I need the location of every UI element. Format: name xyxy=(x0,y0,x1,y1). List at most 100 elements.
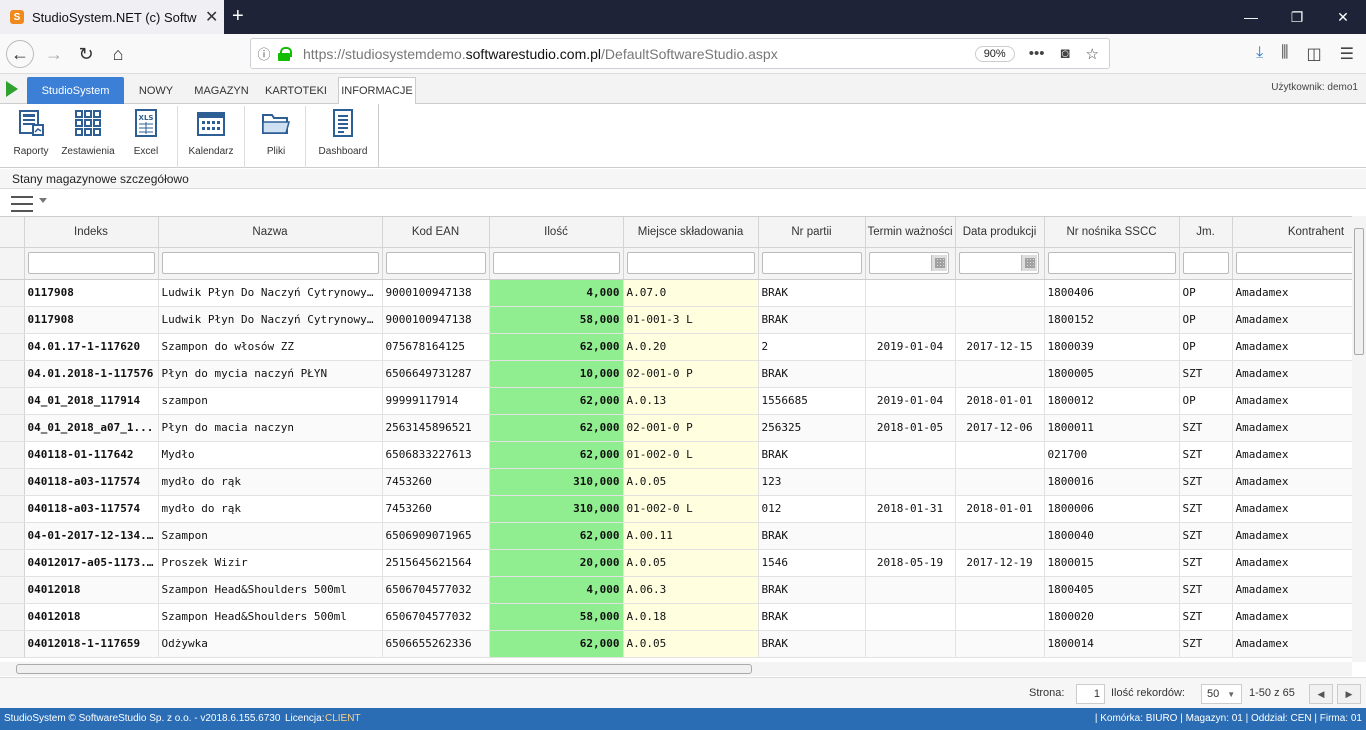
table-cell[interactable] xyxy=(955,306,1045,334)
table-cell[interactable]: BRAK xyxy=(758,603,866,631)
table-cell[interactable]: 7453260 xyxy=(382,495,490,523)
table-cell[interactable]: 10,000 xyxy=(489,360,624,388)
table-cell[interactable]: 04-01-2017-12-134... xyxy=(24,522,159,550)
table-cell[interactable]: SZT xyxy=(1179,576,1233,604)
table-cell[interactable]: 1800406 xyxy=(1044,279,1180,307)
table-cell[interactable] xyxy=(955,441,1045,469)
table-cell[interactable]: 256325 xyxy=(758,414,866,442)
row-header-cell[interactable] xyxy=(0,387,25,415)
filter-input[interactable] xyxy=(1182,252,1229,274)
table-row[interactable]: 0117908 Ludwik Płyn Do Naczyń Cytrynowy 1… xyxy=(0,306,1352,334)
table-cell[interactable]: OP xyxy=(1179,333,1233,361)
table-cell[interactable]: 2018-05-19 xyxy=(865,549,956,577)
calendar-picker-icon[interactable] xyxy=(930,255,947,271)
table-cell[interactable]: 1800405 xyxy=(1044,576,1180,604)
table-cell[interactable]: Ludwik Płyn Do Naczyń Cytrynowy 1,5 ... xyxy=(158,306,383,334)
table-cell[interactable]: 0117908 xyxy=(24,306,159,334)
row-header-cell[interactable] xyxy=(0,576,25,604)
url-text[interactable]: https://studiosystemdemo.softwarestudio.… xyxy=(303,46,975,62)
table-cell[interactable]: 021700 xyxy=(1044,441,1180,469)
table-cell[interactable]: 62,000 xyxy=(489,441,624,469)
filter-input[interactable] xyxy=(761,252,862,274)
table-cell[interactable]: 6506655262336 xyxy=(382,630,490,658)
table-cell[interactable] xyxy=(865,576,956,604)
table-cell[interactable]: A.07.0 xyxy=(623,279,759,307)
table-cell[interactable]: Szampon Head&Shoulders 500ml xyxy=(158,576,383,604)
table-cell[interactable]: Amadamex xyxy=(1232,549,1352,577)
filter-input[interactable] xyxy=(626,252,755,274)
row-header-cell[interactable] xyxy=(0,549,25,577)
row-header-cell[interactable] xyxy=(0,522,25,550)
table-cell[interactable]: BRAK xyxy=(758,360,866,388)
table-cell[interactable]: Amadamex xyxy=(1232,603,1352,631)
table-cell[interactable]: SZT xyxy=(1179,522,1233,550)
filter-input[interactable] xyxy=(385,252,486,274)
table-cell[interactable]: Amadamex xyxy=(1232,468,1352,496)
column-header[interactable]: Nazwa xyxy=(158,217,383,248)
restore-icon[interactable]: ❐ xyxy=(1274,0,1320,34)
table-cell[interactable]: 02-001-0 P xyxy=(623,360,759,388)
table-cell[interactable] xyxy=(865,279,956,307)
table-cell[interactable]: mydło do rąk xyxy=(158,468,383,496)
table-cell[interactable]: 1546 xyxy=(758,549,866,577)
table-cell[interactable] xyxy=(955,576,1045,604)
table-cell[interactable] xyxy=(865,441,956,469)
back-icon[interactable]: ← xyxy=(6,40,34,68)
table-cell[interactable]: 040118-a03-117574 xyxy=(24,468,159,496)
table-row[interactable]: 04-01-2017-12-134... Szampon 6506909071965… xyxy=(0,522,1352,550)
table-cell[interactable]: Szampon Head&Shoulders 500ml xyxy=(158,603,383,631)
table-cell[interactable]: 1800039 xyxy=(1044,333,1180,361)
table-cell[interactable]: 1800040 xyxy=(1044,522,1180,550)
table-cell[interactable]: 62,000 xyxy=(489,522,624,550)
filter-input[interactable] xyxy=(27,252,155,274)
row-header-cell[interactable] xyxy=(0,279,25,307)
table-row[interactable]: 04012018 Szampon Head&Shoulders 500ml 6506… xyxy=(0,603,1352,631)
table-cell[interactable]: SZT xyxy=(1179,468,1233,496)
table-row[interactable]: 040118-a03-117574 mydło do rąk 7453260 310,… xyxy=(0,468,1352,496)
table-row[interactable]: 040118-a03-117574 mydło do rąk 7453260 310,… xyxy=(0,495,1352,523)
table-cell[interactable]: Ludwik Płyn Do Naczyń Cytrynowy 1,5 ... xyxy=(158,279,383,307)
row-header-cell[interactable] xyxy=(0,360,25,388)
table-cell[interactable]: BRAK xyxy=(758,441,866,469)
table-cell[interactable]: 62,000 xyxy=(489,387,624,415)
filter-input[interactable] xyxy=(958,252,1039,274)
tab-magazyn[interactable]: MAGAZYN xyxy=(190,77,253,104)
table-row[interactable]: 04012018-1-117659 Odżywka 6506655262336 62,… xyxy=(0,630,1352,658)
column-header[interactable]: Ilość xyxy=(489,217,624,248)
table-row[interactable]: 0117908 Ludwik Płyn Do Naczyń Cytrynowy 1… xyxy=(0,279,1352,307)
table-cell[interactable]: 1800011 xyxy=(1044,414,1180,442)
table-row[interactable]: 04012017-a05-1173... Proszek Wizir 2515645… xyxy=(0,549,1352,577)
table-cell[interactable]: A.0.20 xyxy=(623,333,759,361)
url-bar[interactable]: ⓘ https://studiosystemdemo.softwarestudi… xyxy=(250,38,1110,69)
table-cell[interactable]: Amadamex xyxy=(1232,630,1352,658)
table-cell[interactable]: Odżywka xyxy=(158,630,383,658)
table-cell[interactable]: OP xyxy=(1179,306,1233,334)
table-cell[interactable]: 4,000 xyxy=(489,279,624,307)
table-cell[interactable]: 310,000 xyxy=(489,495,624,523)
table-cell[interactable]: 04012018-1-117659 xyxy=(24,630,159,658)
table-cell[interactable]: Amadamex xyxy=(1232,522,1352,550)
table-cell[interactable]: BRAK xyxy=(758,522,866,550)
more-actions-icon[interactable]: ••• xyxy=(1029,45,1045,63)
browser-tab[interactable]: S StudioSystem.NET (c) Software ✕ xyxy=(0,0,224,34)
table-cell[interactable]: 1800012 xyxy=(1044,387,1180,415)
calendar-picker-icon[interactable] xyxy=(1020,255,1037,271)
table-cell[interactable]: Szampon do włosów ZZ xyxy=(158,333,383,361)
row-header-cell[interactable] xyxy=(0,495,25,523)
filter-input[interactable] xyxy=(492,252,620,274)
table-cell[interactable]: 1800152 xyxy=(1044,306,1180,334)
table-cell[interactable]: A.0.05 xyxy=(623,468,759,496)
table-cell[interactable] xyxy=(955,360,1045,388)
table-cell[interactable]: A.0.05 xyxy=(623,549,759,577)
table-cell[interactable]: Proszek Wizir xyxy=(158,549,383,577)
table-cell[interactable]: 2018-01-01 xyxy=(955,495,1045,523)
column-header[interactable]: Termin ważności xyxy=(865,217,956,248)
table-cell[interactable]: 58,000 xyxy=(489,306,624,334)
filter-input[interactable] xyxy=(1235,252,1352,274)
close-window-icon[interactable]: ✕ xyxy=(1320,0,1366,34)
table-cell[interactable] xyxy=(955,603,1045,631)
table-cell[interactable]: SZT xyxy=(1179,549,1233,577)
table-cell[interactable]: 2019-01-04 xyxy=(865,333,956,361)
table-cell[interactable]: Amadamex xyxy=(1232,495,1352,523)
table-cell[interactable]: 62,000 xyxy=(489,333,624,361)
